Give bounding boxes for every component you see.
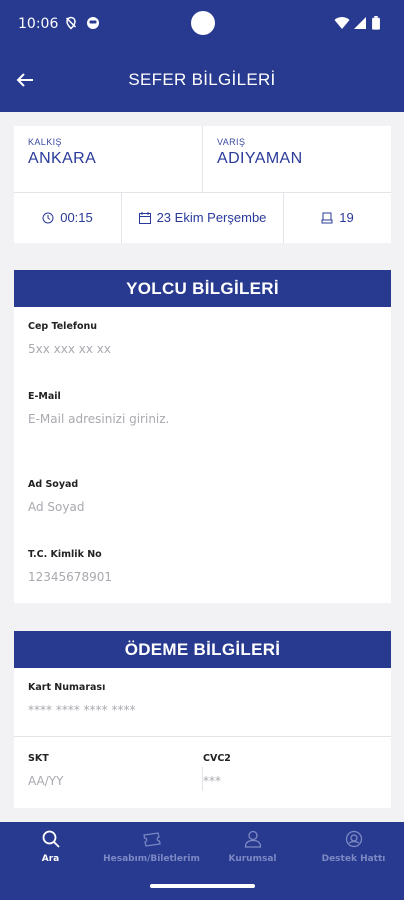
nav-item-ara[interactable]: Ara bbox=[0, 830, 101, 864]
ticket-icon bbox=[142, 832, 161, 847]
seat-number: 19 bbox=[284, 192, 391, 243]
camera-cutout bbox=[191, 11, 215, 35]
wifi-icon bbox=[334, 17, 350, 29]
tc-label: T.C. Kimlik No bbox=[28, 549, 102, 560]
signal-icon bbox=[354, 17, 366, 29]
seat-icon bbox=[321, 212, 333, 223]
app-bar: SEFER BİLGİLERİ bbox=[0, 50, 404, 112]
app-notification-icon bbox=[87, 17, 99, 29]
bottom-nav: Ara Hesabım/Biletlerim Kurumsal Destek H… bbox=[0, 822, 404, 900]
nav-item-kurumsal[interactable]: Kurumsal bbox=[202, 830, 303, 864]
nav-label: Hesabım/Biletlerim bbox=[103, 854, 200, 864]
departure-city: ANKARA bbox=[28, 150, 97, 167]
phone-label: Cep Telefonu bbox=[28, 321, 98, 332]
support-icon bbox=[345, 830, 362, 848]
card-number-field: Kart Numarası bbox=[28, 682, 358, 717]
payment-section-header: ÖDEME BİLGİLERİ bbox=[14, 631, 391, 668]
arrival: VARIŞ ADIYAMAN bbox=[203, 126, 391, 192]
departure-label: KALKIŞ bbox=[28, 137, 62, 147]
passenger-section-header: YOLCU BİLGİLERİ bbox=[14, 270, 391, 307]
nav-item-destek[interactable]: Destek Hattı bbox=[303, 830, 404, 864]
calendar-icon bbox=[138, 211, 151, 224]
card-number-input[interactable] bbox=[28, 703, 358, 717]
status-bar: 10:06 bbox=[0, 0, 404, 50]
arrival-label: VARIŞ bbox=[217, 137, 246, 147]
trip-card: KALKIŞ ANKARA VARIŞ ADIYAMAN 00:15 23 Ek… bbox=[14, 126, 391, 243]
expiry-field: SKT bbox=[28, 753, 178, 788]
email-field: E-Mail bbox=[28, 391, 358, 426]
home-indicator[interactable] bbox=[150, 884, 255, 888]
nav-label: Ara bbox=[41, 854, 60, 864]
cvc-label: CVC2 bbox=[203, 753, 231, 764]
date-value: 23 Ekim Perşembe bbox=[156, 210, 267, 225]
search-icon bbox=[42, 830, 60, 848]
battery-icon bbox=[372, 16, 380, 30]
expiry-input[interactable] bbox=[28, 774, 178, 788]
expiry-label: SKT bbox=[28, 753, 49, 764]
cvc-field: CVC2 bbox=[203, 753, 353, 788]
departure: KALKIŞ ANKARA bbox=[14, 126, 202, 192]
tc-field: T.C. Kimlik No bbox=[28, 549, 358, 584]
card-number-label: Kart Numarası bbox=[28, 682, 106, 693]
status-time: 10:06 bbox=[18, 16, 59, 32]
nav-item-hesabim[interactable]: Hesabım/Biletlerim bbox=[101, 830, 202, 864]
passenger-section: YOLCU BİLGİLERİ Cep Telefonu E-Mail Ad S… bbox=[14, 270, 391, 603]
divider bbox=[14, 736, 391, 737]
name-label: Ad Soyad bbox=[28, 479, 79, 490]
tc-input[interactable] bbox=[28, 570, 358, 584]
page-title: SEFER BİLGİLERİ bbox=[128, 70, 276, 89]
nav-label: Destek Hattı bbox=[321, 854, 386, 864]
name-field: Ad Soyad bbox=[28, 479, 358, 514]
phone-field: Cep Telefonu bbox=[28, 321, 358, 356]
payment-section: ÖDEME BİLGİLERİ Kart Numarası SKT CVC2 bbox=[14, 631, 391, 808]
cvc-input[interactable] bbox=[203, 774, 353, 788]
time-value: 00:15 bbox=[60, 210, 93, 225]
email-label: E-Mail bbox=[28, 391, 61, 402]
departure-time: 00:15 bbox=[14, 192, 121, 243]
seat-value: 19 bbox=[339, 210, 354, 225]
clock-icon bbox=[42, 212, 54, 223]
phone-input[interactable] bbox=[28, 342, 358, 356]
name-input[interactable] bbox=[28, 500, 358, 514]
nav-label: Kurumsal bbox=[228, 854, 277, 864]
location-off-icon bbox=[65, 16, 77, 30]
departure-date: 23 Ekim Perşembe bbox=[122, 192, 283, 243]
user-icon bbox=[244, 830, 261, 848]
email-input[interactable] bbox=[28, 412, 358, 426]
arrival-city: ADIYAMAN bbox=[217, 150, 303, 167]
